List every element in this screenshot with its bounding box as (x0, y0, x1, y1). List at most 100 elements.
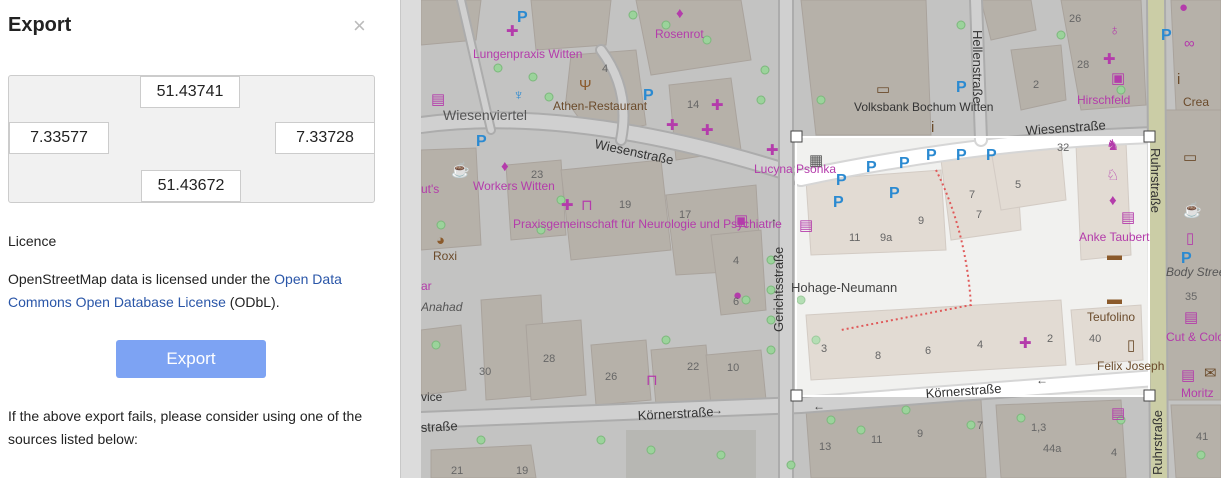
atm-icon: i (931, 119, 934, 136)
house-number: 11 (871, 434, 882, 446)
dentist-icon: ⊓ (581, 197, 593, 214)
west-input[interactable] (9, 122, 109, 154)
svg-text:P: P (899, 155, 910, 172)
svg-text:P: P (836, 172, 847, 189)
poi-label: Body Street (1166, 265, 1221, 279)
newsagent-icon: ▤ (799, 217, 813, 234)
toy-icon: ♘ (1106, 167, 1119, 184)
dentist-icon-2: ⊓ (646, 372, 658, 389)
bank-icon: ▭ (876, 81, 890, 98)
marker-icon: ● (1179, 0, 1188, 16)
house-number: 4 (602, 63, 608, 75)
house-number: 9a (880, 232, 893, 244)
house-number: 13 (819, 441, 831, 453)
poi-label: Rosenrot (655, 27, 704, 41)
house-number: 4 (1111, 447, 1117, 459)
house-number: 41 (1196, 431, 1208, 443)
bag-icon-3: ▤ (1184, 309, 1198, 326)
house-number: 19 (619, 199, 631, 211)
east-input[interactable] (275, 122, 375, 154)
poi-label: Lungenpraxis Witten (473, 47, 582, 61)
licence-suffix: (ODbL). (225, 294, 280, 310)
map-view[interactable]: PPP PPP PPP PPP PP ✚ ♦ Ψ ✚ ✚ ✚ ✚ ▭ i ♁ ✚… (421, 0, 1221, 478)
house-number: 9 (917, 428, 923, 440)
house-number: 7 (969, 189, 975, 201)
house-number: 4 (977, 339, 983, 351)
licence-text: OpenStreetMap data is licensed under the… (8, 268, 378, 314)
poi-label: Felix Joseph (1097, 359, 1164, 373)
street-label: Hellenstraße (970, 30, 985, 104)
house-number: 11 (849, 232, 860, 244)
sidebar-resize-handle[interactable] (400, 0, 421, 478)
shirt-icon-2: ♦ (501, 158, 509, 175)
poi-label: ar (421, 279, 432, 293)
house-number: 26 (605, 371, 617, 383)
restaurant-icon: Ψ (579, 77, 592, 94)
house-number: 6 (733, 296, 739, 308)
poi-label: Teufolino (1087, 310, 1135, 324)
map-canvas[interactable]: PP P PP P PPP PPP PP ✚ ♦ Ψ ✚ ✚ ✚ ✚ ▭ i ♁ ✚… (421, 0, 1221, 478)
medical-icon-8: ✚ (1019, 335, 1032, 352)
fastfood-icon: ▬ (1107, 247, 1122, 264)
toilet-icon: ♁ (1109, 22, 1120, 39)
house-number: 2 (1033, 79, 1039, 91)
svg-text:P: P (956, 79, 967, 96)
house-number: 3 (821, 343, 827, 355)
shop-icon: ▣ (1111, 70, 1125, 87)
handle-ne[interactable] (1143, 130, 1156, 143)
house-number: 5 (1015, 179, 1021, 191)
svg-text:P: P (1161, 27, 1172, 44)
svg-text:P: P (476, 133, 487, 150)
medical-icon-6: ✚ (1103, 51, 1116, 68)
shop-icon-2: ▭ (1183, 149, 1197, 166)
house-number: 22 (687, 361, 699, 373)
poi-label: vice (421, 390, 443, 404)
svg-text:P: P (517, 9, 528, 26)
poi-label: Athen-Restaurant (553, 99, 648, 113)
house-number: 44a (1043, 443, 1062, 455)
handle-sw[interactable] (790, 389, 803, 402)
sidebar-title: Export (8, 14, 72, 36)
north-input[interactable] (140, 76, 240, 108)
poi-label: Hohage-Neumann (791, 280, 897, 295)
house-number: 8 (875, 350, 881, 362)
post-icon: ▯ (1127, 337, 1135, 354)
poi-label: Anahad (421, 300, 463, 314)
handle-nw[interactable] (790, 130, 803, 143)
poi-label: Praxisgemeinschaft für Neurologie und Ps… (513, 217, 782, 231)
arrow-left-icon-2: ← (1036, 373, 1048, 387)
fastfood-icon-2: ▬ (1107, 291, 1122, 308)
export-fail-text: If the above export fails, please consid… (8, 408, 363, 447)
svg-text:P: P (889, 185, 900, 202)
house-number: 35 (1185, 291, 1197, 303)
bag-icon: ▤ (431, 91, 445, 108)
glasses-icon: ∞ (1184, 35, 1195, 52)
licence-prefix: OpenStreetMap data is licensed under the (8, 271, 275, 287)
export-button[interactable]: Export (116, 340, 266, 378)
poi-label: Anke Taubert (1079, 230, 1150, 244)
handle-se[interactable] (1143, 389, 1156, 402)
shoe-icon: ♞ (1106, 137, 1119, 154)
shirt-icon: ♦ (676, 5, 684, 22)
house-number: 30 (479, 366, 491, 378)
bag-icon-2: ▤ (1121, 209, 1135, 226)
phone-icon: ▯ (1186, 230, 1194, 247)
fountain-icon: ♆ (513, 87, 524, 104)
house-number: 14 (687, 99, 699, 111)
poi-label: Volksbank Bochum Witten (854, 100, 993, 114)
svg-text:P: P (956, 147, 967, 164)
house-number: 10 (727, 362, 739, 374)
shirt-icon-3: ♦ (1109, 192, 1117, 209)
close-icon[interactable]: × (353, 14, 366, 38)
cafe-icon-2: ☕ (1183, 200, 1202, 219)
street-label: Ruhrstraße (1148, 148, 1163, 213)
house-number: 4 (733, 255, 739, 267)
poi-label: Cut & Colour (1166, 330, 1221, 344)
mail-icon: ✉ (1204, 365, 1217, 382)
house-number: 32 (1057, 142, 1069, 154)
street-label: Gerichtsstraße (771, 247, 786, 332)
arrow-left-icon: ← (813, 399, 825, 413)
poi-label: Wiesenviertel (443, 107, 527, 123)
selection-area[interactable] (796, 137, 1149, 396)
south-input[interactable] (141, 170, 241, 202)
